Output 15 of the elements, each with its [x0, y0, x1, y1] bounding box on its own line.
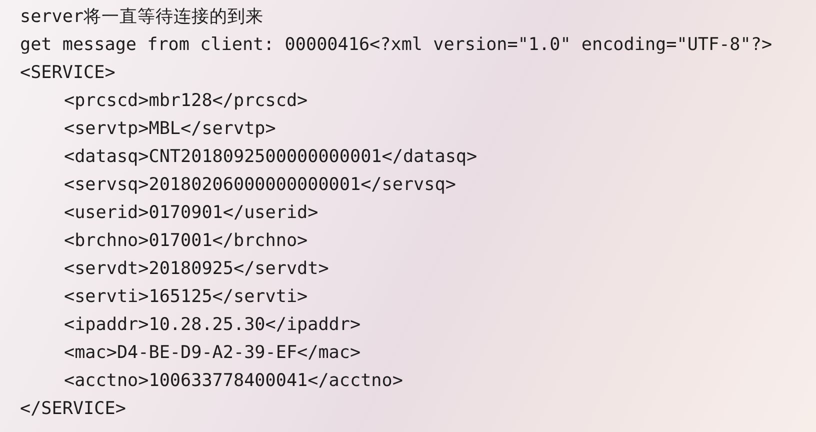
console-line: <userid>0170901</userid>	[64, 202, 318, 225]
console-line: <servdt>20180925</servdt>	[64, 258, 329, 281]
console-line: <servtp>MBL</servtp>	[64, 118, 276, 141]
console-line: <datasq>CNT2018092500000000001</datasq>	[64, 146, 478, 169]
console-line: get message from client: 00000416<?xml version="1.0" encoding="UTF-8"?>	[20, 34, 772, 57]
console-line: <brchno>017001</brchno>	[64, 230, 308, 253]
console-line: <servti>165125</servti>	[64, 286, 308, 309]
console-line: </SERVICE>	[20, 398, 126, 421]
console-line: <ipaddr>10.28.25.30</ipaddr>	[64, 314, 361, 337]
console-line: <prcscd>mbr128</prcscd>	[64, 90, 308, 113]
console-line: server将一直等待连接的到来	[20, 6, 264, 29]
console-line: <SERVICE>	[20, 62, 116, 85]
console-line: <acctno>100633778400041</acctno>	[64, 370, 403, 393]
console-line: <mac>D4-BE-D9-A2-39-EF</mac>	[64, 342, 361, 365]
console-line: <servsq>20180206000000000001</servsq>	[64, 174, 456, 197]
